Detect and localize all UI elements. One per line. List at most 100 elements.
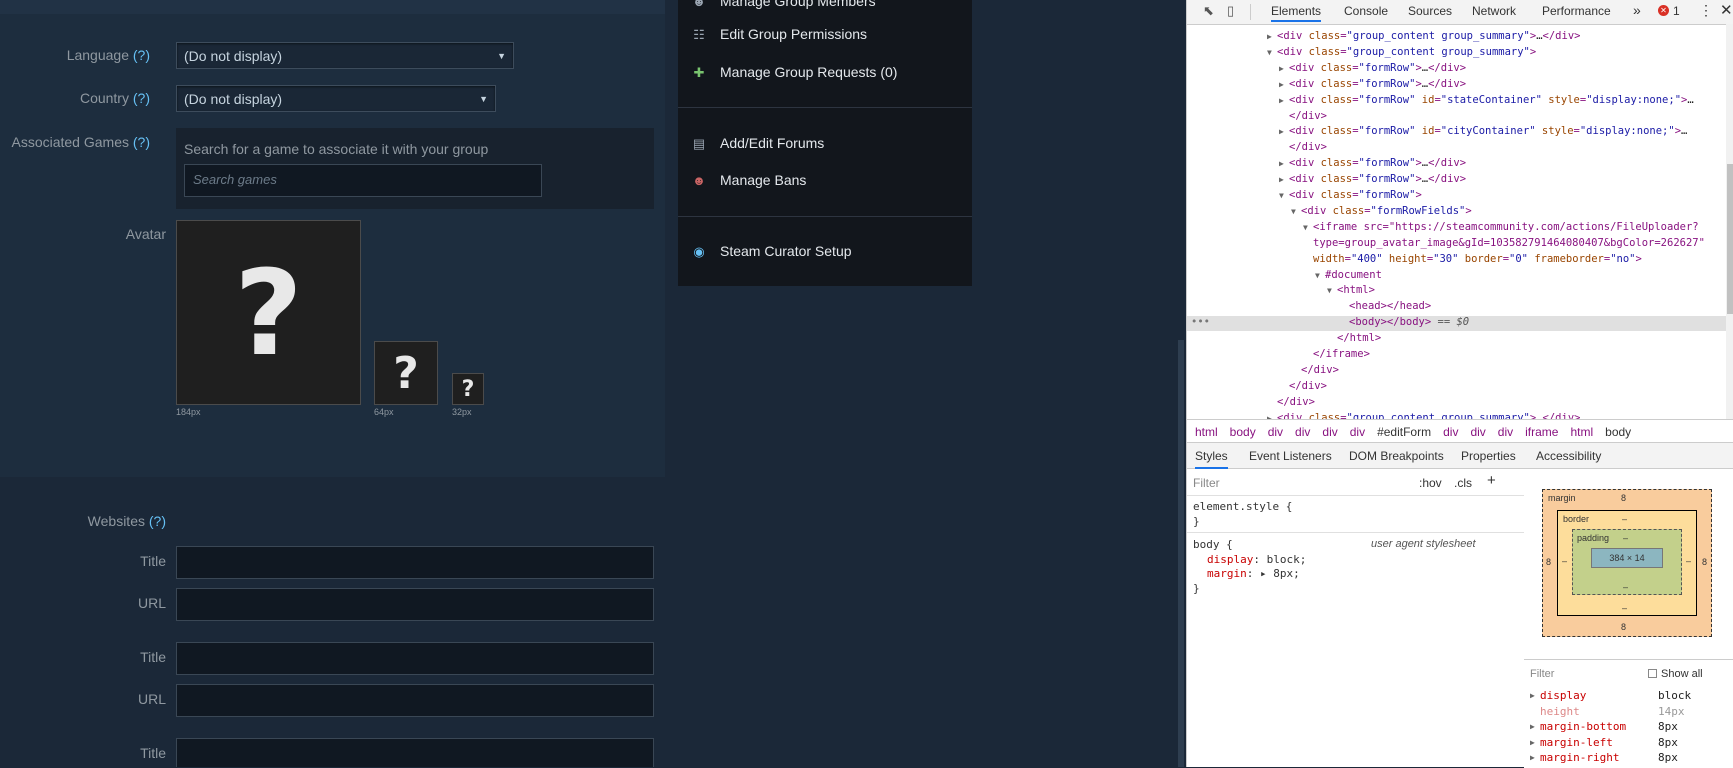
box-model-border[interactable]: border – – – – padding – – 384 × 14 bbox=[1557, 510, 1697, 616]
dom-scrollbar-thumb[interactable] bbox=[1727, 164, 1733, 314]
tab-sources[interactable]: Sources bbox=[1408, 4, 1452, 18]
dom-node-line[interactable]: ▶ <div class="formRow">…</div> bbox=[1187, 78, 1726, 93]
tab-properties[interactable]: Properties bbox=[1461, 449, 1516, 463]
expand-arrow-icon[interactable]: ▶ bbox=[1279, 159, 1284, 168]
expand-arrow-icon[interactable]: ▶ bbox=[1279, 127, 1284, 136]
dom-node-line[interactable]: ▶ <div class="group_content group_summary… bbox=[1187, 412, 1726, 419]
breadcrumb-item[interactable]: div bbox=[1268, 425, 1283, 439]
menu-item-curator-setup[interactable]: ◉ Steam Curator Setup bbox=[678, 241, 972, 265]
dom-node-line[interactable]: </div> bbox=[1187, 396, 1726, 411]
country-help-link[interactable]: (?) bbox=[133, 90, 150, 106]
collapse-arrow-icon[interactable]: ▼ bbox=[1315, 271, 1320, 280]
box-model-margin[interactable]: margin 8 8 8 8 border – – – – padding – … bbox=[1542, 489, 1712, 637]
dom-node-line[interactable]: ▼ <div class="formRowFields"> bbox=[1187, 205, 1726, 220]
error-icon[interactable]: ✕ bbox=[1658, 5, 1669, 16]
dom-node-line[interactable]: ▼ #document bbox=[1187, 269, 1726, 284]
search-games-input[interactable]: Search games bbox=[184, 164, 542, 197]
avatar-large[interactable]: ? bbox=[176, 220, 361, 405]
computed-filter-input[interactable]: Filter bbox=[1530, 668, 1554, 680]
tab-accessibility[interactable]: Accessibility bbox=[1536, 449, 1601, 463]
dom-node-line[interactable]: ▼ <iframe src="https://steamcommunity.com… bbox=[1187, 221, 1726, 236]
language-help-link[interactable]: (?) bbox=[133, 47, 150, 63]
page-scrollbar-thumb[interactable] bbox=[1178, 340, 1184, 767]
dom-node-line[interactable]: ▶ <div class="formRow" id="stateContainer… bbox=[1187, 94, 1726, 109]
close-devtools-icon[interactable]: ✕ bbox=[1720, 1, 1733, 19]
tab-performance[interactable]: Performance bbox=[1542, 4, 1611, 18]
cls-toggle[interactable]: .cls bbox=[1454, 476, 1472, 490]
breadcrumb-item[interactable]: html bbox=[1570, 425, 1593, 439]
inspect-element-icon[interactable]: ⬉ bbox=[1203, 3, 1219, 19]
website-title-input[interactable] bbox=[176, 546, 654, 579]
tab-styles[interactable]: Styles bbox=[1195, 449, 1228, 469]
breadcrumb-item[interactable]: div bbox=[1443, 425, 1458, 439]
country-select[interactable]: (Do not display) ▼ bbox=[176, 85, 496, 112]
breadcrumb-item[interactable]: iframe bbox=[1525, 425, 1558, 439]
breadcrumb-item[interactable]: div bbox=[1322, 425, 1337, 439]
dom-node-line[interactable]: ▶ <div class="formRow">…</div> bbox=[1187, 173, 1726, 188]
dom-node-line[interactable]: </iframe> bbox=[1187, 348, 1726, 363]
collapse-arrow-icon[interactable]: ▼ bbox=[1291, 207, 1296, 216]
websites-help-link[interactable]: (?) bbox=[149, 513, 166, 529]
menu-item-edit-permissions[interactable]: ☷ Edit Group Permissions bbox=[678, 24, 972, 48]
dom-node-line[interactable]: </div> bbox=[1187, 380, 1726, 395]
device-toolbar-icon[interactable]: ▯ bbox=[1227, 3, 1243, 19]
styles-filter-input[interactable]: Filter bbox=[1193, 476, 1220, 490]
breadcrumb-item[interactable]: div bbox=[1498, 425, 1513, 439]
games-help-link[interactable]: (?) bbox=[133, 134, 150, 150]
expand-arrow-icon[interactable]: ▶ bbox=[1279, 96, 1284, 105]
collapse-arrow-icon[interactable]: ▼ bbox=[1279, 191, 1284, 200]
website-url-input[interactable] bbox=[176, 588, 654, 621]
dom-node-line[interactable]: </div> bbox=[1187, 364, 1726, 379]
hov-toggle[interactable]: :hov bbox=[1419, 476, 1442, 490]
expand-arrow-icon[interactable]: ▶ bbox=[1279, 64, 1284, 73]
show-all-checkbox[interactable] bbox=[1648, 669, 1657, 678]
breadcrumb-item[interactable]: div bbox=[1295, 425, 1310, 439]
tab-dom-breakpoints[interactable]: DOM Breakpoints bbox=[1349, 449, 1444, 463]
collapse-arrow-icon[interactable]: ▼ bbox=[1267, 48, 1272, 57]
dom-node-line[interactable]: ▶ <div class="formRow">…</div> bbox=[1187, 157, 1726, 172]
dom-node-line[interactable]: <body></body> == $0 ••• bbox=[1187, 316, 1726, 332]
breadcrumb-item[interactable]: body bbox=[1605, 425, 1631, 439]
collapse-arrow-icon[interactable]: ▼ bbox=[1327, 286, 1332, 295]
language-select[interactable]: (Do not display) ▼ bbox=[176, 42, 514, 69]
dom-node-line[interactable]: ▶ <div class="group_content group_summary… bbox=[1187, 30, 1726, 45]
menu-item-forums[interactable]: ▤ Add/Edit Forums bbox=[678, 133, 972, 157]
devtools-menu-icon[interactable]: ⋮ bbox=[1699, 2, 1713, 19]
more-tabs-button[interactable]: » bbox=[1633, 2, 1641, 18]
element-style-selector[interactable]: element.style { bbox=[1193, 500, 1292, 513]
breadcrumb-item[interactable]: html bbox=[1195, 425, 1218, 439]
expand-arrow-icon[interactable]: ▶ bbox=[1267, 32, 1272, 41]
node-actions-icon[interactable]: ••• bbox=[1191, 316, 1210, 328]
website-url-input[interactable] bbox=[176, 684, 654, 717]
tab-network[interactable]: Network bbox=[1472, 4, 1516, 18]
dom-node-line[interactable]: width="400" height="30" border="0" frame… bbox=[1187, 253, 1726, 268]
tab-event-listeners[interactable]: Event Listeners bbox=[1249, 449, 1332, 463]
dom-node-line[interactable]: ▶ <div class="formRow" id="cityContainer"… bbox=[1187, 125, 1726, 140]
expand-arrow-icon[interactable]: ▶ bbox=[1279, 175, 1284, 184]
expand-arrow-icon[interactable]: ▶ bbox=[1279, 80, 1284, 89]
dom-node-line[interactable]: ▼ <html> bbox=[1187, 284, 1726, 299]
website-title-input[interactable] bbox=[176, 738, 654, 767]
menu-item-manage-bans[interactable]: ☻ Manage Bans bbox=[678, 170, 972, 194]
tab-console[interactable]: Console bbox=[1344, 4, 1388, 18]
box-model-content[interactable]: 384 × 14 bbox=[1591, 548, 1663, 568]
website-title-input[interactable] bbox=[176, 642, 654, 675]
tab-elements[interactable]: Elements bbox=[1271, 4, 1322, 22]
dom-node-line[interactable]: </div> bbox=[1187, 141, 1726, 156]
dom-node-line[interactable]: </div> bbox=[1187, 110, 1726, 125]
collapse-arrow-icon[interactable]: ▼ bbox=[1303, 223, 1308, 232]
breadcrumb-item[interactable]: div bbox=[1470, 425, 1485, 439]
dom-node-line[interactable]: ▼ <div class="group_content group_summary… bbox=[1187, 46, 1726, 61]
body-rule-selector[interactable]: body { bbox=[1193, 538, 1233, 551]
menu-item-group-requests[interactable]: ✚ Manage Group Requests (0) bbox=[678, 62, 972, 86]
dom-node-line[interactable]: ▶ <div class="formRow">…</div> bbox=[1187, 62, 1726, 77]
new-style-rule-button[interactable]: + bbox=[1487, 472, 1496, 489]
breadcrumb-item[interactable]: body bbox=[1230, 425, 1256, 439]
box-model-padding[interactable]: padding – – 384 × 14 bbox=[1572, 529, 1682, 595]
dom-node-line[interactable]: ▼ <div class="formRow"> bbox=[1187, 189, 1726, 204]
menu-item-manage-members[interactable]: ☻ Manage Group Members bbox=[678, 0, 972, 15]
dom-scrollbar[interactable] bbox=[1726, 24, 1733, 419]
breadcrumb-item[interactable]: #editForm bbox=[1377, 425, 1431, 439]
dom-node-line[interactable]: type=group_avatar_image&gId=103582791464… bbox=[1187, 237, 1726, 252]
dom-node-line[interactable]: </html> bbox=[1187, 332, 1726, 347]
